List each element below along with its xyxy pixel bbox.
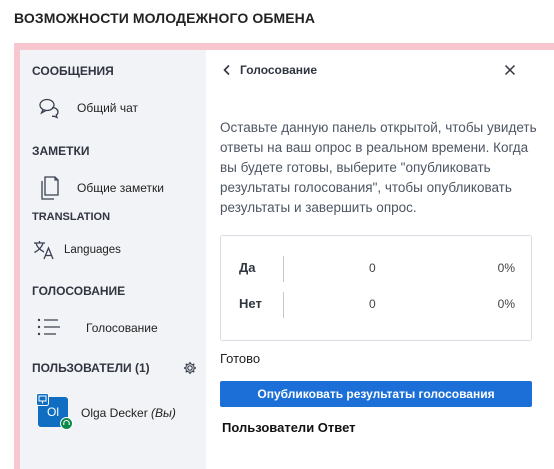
result-option: Да: [239, 260, 256, 275]
responses-header: Пользователи Ответ: [222, 420, 356, 435]
poll-instructions: Оставьте данную панель открытой, чтобы у…: [220, 120, 537, 215]
avatar: Ol: [36, 393, 73, 430]
voting-heading: ГОЛОСОВАНИЕ: [32, 284, 126, 298]
result-count: 0: [369, 261, 376, 275]
close-icon[interactable]: [502, 62, 518, 78]
users-heading: ПОЛЬЗОВАТЕЛИ (1): [32, 361, 150, 375]
poll-status-label: Готово: [220, 351, 261, 366]
sidebar-item-public-chat[interactable]: Общий чат: [20, 93, 206, 123]
publish-results-button[interactable]: Опубликовать результаты голосования: [220, 381, 532, 407]
result-divider: [283, 256, 284, 282]
result-percent: 0%: [497, 297, 515, 311]
result-row-no: Нет 0 0%: [221, 292, 531, 318]
translation-heading: TRANSLATION: [32, 211, 111, 223]
settings-gear-icon[interactable]: [183, 361, 197, 375]
sidebar: СООБЩЕНИЯ Общий чат ЗАМЕТКИ Общие заметк…: [20, 50, 206, 469]
result-count: 0: [369, 297, 376, 311]
user-name: Olga Decker (Вы): [81, 406, 176, 420]
sidebar-item-label-languages: Languages: [64, 244, 121, 256]
notes-heading: ЗАМЕТКИ: [32, 144, 90, 158]
poll-panel: Голосование Оставьте данную панель откры…: [206, 50, 554, 469]
sidebar-item-languages[interactable]: Languages: [20, 235, 206, 265]
result-option: Нет: [239, 296, 262, 311]
panel-title: Голосование: [240, 63, 318, 77]
sidebar-item-label-shared-notes: Общие заметки: [77, 181, 164, 195]
chat-icon: [39, 98, 59, 119]
poll-list-icon: [37, 318, 60, 336]
sidebar-item-label-public-chat: Общий чат: [77, 101, 138, 115]
page-title: ВОЗМОЖНОСТИ МОЛОДЕЖНОГО ОБМЕНА: [14, 10, 316, 26]
result-row-yes: Да 0 0%: [221, 256, 531, 282]
user-name-text: Olga Decker: [81, 406, 148, 420]
sidebar-item-voting[interactable]: Голосование: [20, 312, 206, 342]
translate-icon: [34, 241, 54, 260]
panel-back-button[interactable]: Голосование: [222, 58, 522, 82]
poll-results-table: Да 0 0% Нет 0 0%: [220, 235, 532, 341]
user-you-suffix: (Вы): [151, 406, 176, 420]
chevron-left-icon: [223, 64, 230, 76]
sidebar-item-shared-notes[interactable]: Общие заметки: [20, 172, 206, 202]
result-divider: [283, 292, 284, 318]
user-list-item[interactable]: Ol Olga Decker (Вы): [20, 393, 206, 430]
presenter-icon: [36, 393, 49, 406]
headset-status-icon: [60, 417, 73, 430]
messages-heading: СООБЩЕНИЯ: [32, 64, 114, 78]
result-percent: 0%: [497, 261, 515, 275]
sidebar-item-label-voting: Голосование: [86, 321, 158, 335]
notes-icon: [41, 176, 59, 200]
